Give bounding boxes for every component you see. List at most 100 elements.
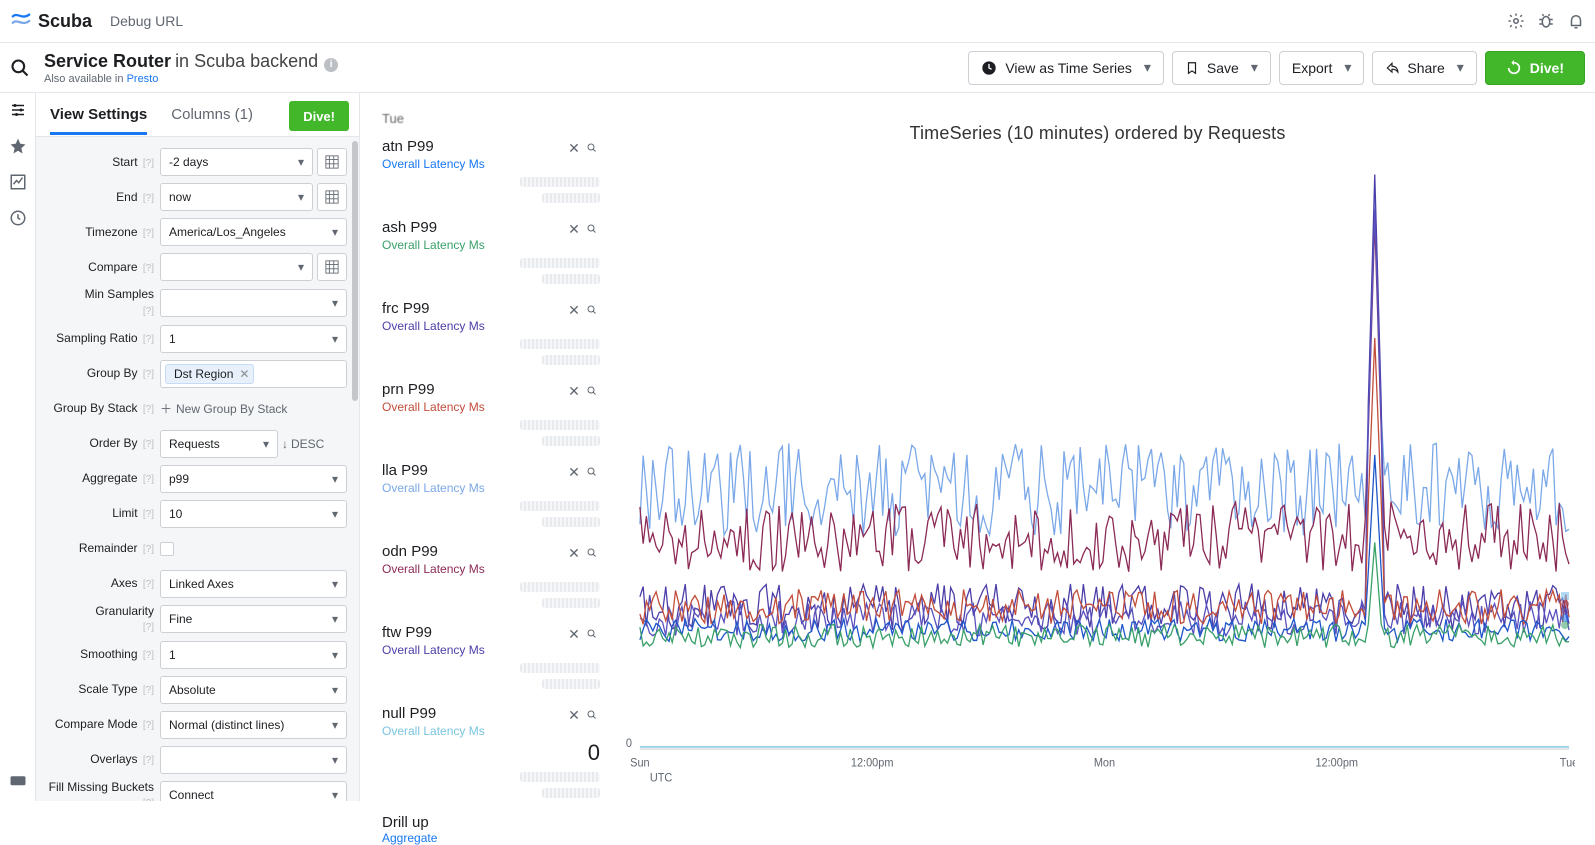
legend-remove-icon[interactable]: ✕ [566, 626, 582, 642]
help-icon[interactable]: [?] [143, 685, 154, 696]
legend-item[interactable]: null P99Overall Latency Ms✕0 [382, 705, 600, 798]
help-icon[interactable]: [?] [143, 544, 154, 555]
sliders-icon[interactable] [9, 101, 27, 119]
comparemode-select[interactable]: Normal (distinct lines)▾ [160, 711, 347, 739]
help-icon[interactable]: [?] [143, 334, 154, 345]
smoothing-select[interactable]: 1▾ [160, 641, 347, 669]
legend-zoom-icon[interactable] [584, 707, 600, 723]
save-dropdown[interactable]: Save ▾ [1172, 51, 1271, 85]
scuba-logo-icon [10, 10, 32, 32]
help-icon[interactable]: [?] [143, 439, 154, 450]
legend-zoom-icon[interactable] [584, 302, 600, 318]
legend-remove-icon[interactable]: ✕ [566, 545, 582, 561]
bug-icon[interactable] [1537, 12, 1555, 30]
compare-calendar-button[interactable] [317, 253, 347, 281]
star-icon[interactable] [9, 137, 27, 155]
groupby-chips[interactable]: Dst Region✕ [160, 360, 347, 388]
legend-sparkline [542, 355, 600, 365]
svg-text:12:00pm: 12:00pm [1315, 757, 1358, 769]
help-icon[interactable]: [?] [143, 158, 154, 169]
legend-zoom-icon[interactable] [584, 383, 600, 399]
help-icon[interactable]: [?] [143, 404, 154, 415]
keyboard-icon[interactable] [9, 771, 27, 789]
orderby-select[interactable]: Requests▾ [160, 430, 278, 458]
chart-area[interactable]: 0Sun12:00pmMon12:00pmTueUTC [620, 152, 1575, 801]
help-icon[interactable]: [?] [143, 650, 154, 661]
new-groupby-stack-button[interactable]: ＋New Group By Stack [160, 400, 287, 417]
gear-icon[interactable] [1507, 12, 1525, 30]
help-icon[interactable]: [?] [143, 579, 154, 590]
legend-remove-icon[interactable]: ✕ [566, 707, 582, 723]
axes-select[interactable]: Linked Axes▾ [160, 570, 347, 598]
drill-up-link[interactable]: Drill up [382, 814, 600, 831]
help-icon[interactable]: [?] [143, 720, 154, 731]
legend-item[interactable]: prn P99Overall Latency Ms✕ [382, 381, 600, 446]
share-dropdown[interactable]: Share ▾ [1372, 51, 1476, 85]
help-icon[interactable]: [?] [143, 193, 154, 204]
dive-button[interactable]: Dive! [1485, 51, 1585, 85]
end-input[interactable]: now▾ [160, 183, 313, 211]
scrollbar-handle[interactable] [352, 141, 358, 401]
chart-line-icon[interactable] [9, 173, 27, 191]
help-icon[interactable]: [?] [143, 369, 154, 380]
sampling-input[interactable]: 1▾ [160, 325, 347, 353]
help-icon[interactable]: [?] [143, 755, 154, 766]
tab-view-settings[interactable]: View Settings [50, 94, 147, 135]
start-calendar-button[interactable] [317, 148, 347, 176]
legend-zoom-icon[interactable] [584, 545, 600, 561]
help-icon[interactable]: [?] [143, 474, 154, 485]
aggregate-select[interactable]: p99▾ [160, 465, 347, 493]
app-logo-area[interactable]: Scuba [10, 10, 92, 32]
search-icon[interactable] [10, 58, 30, 78]
legend-item[interactable]: lla P99Overall Latency Ms✕ [382, 462, 600, 527]
overlays-select[interactable]: ▾ [160, 746, 347, 774]
legend-remove-icon[interactable]: ✕ [566, 383, 582, 399]
timezone-select[interactable]: America/Los_Angeles▾ [160, 218, 347, 246]
limit-label: Limit [112, 506, 137, 520]
presto-link[interactable]: Presto [127, 73, 159, 85]
legend-item[interactable]: atn P99Overall Latency Ms✕ [382, 138, 600, 203]
legend-item[interactable]: frc P99Overall Latency Ms✕ [382, 300, 600, 365]
minsamples-input[interactable]: ▾ [160, 289, 347, 317]
export-dropdown[interactable]: Export ▾ [1279, 51, 1365, 85]
legend-item[interactable]: odn P99Overall Latency Ms✕ [382, 543, 600, 608]
legend-remove-icon[interactable]: ✕ [566, 302, 582, 318]
bell-icon[interactable] [1567, 12, 1585, 30]
remainder-checkbox[interactable] [160, 542, 174, 556]
end-calendar-button[interactable] [317, 183, 347, 211]
legend-zoom-icon[interactable] [584, 221, 600, 237]
orderby-direction[interactable]: ↓DESC [282, 437, 324, 451]
legend-zoom-icon[interactable] [584, 626, 600, 642]
limit-input[interactable]: 10▾ [160, 500, 347, 528]
chip-remove-icon[interactable]: ✕ [239, 367, 249, 381]
legend-item[interactable]: ftw P99Overall Latency Ms✕ [382, 624, 600, 689]
help-icon[interactable]: [?] [143, 228, 154, 239]
help-icon[interactable]: [?] [143, 509, 154, 520]
help-icon[interactable]: [?] [143, 622, 154, 633]
debug-url-link[interactable]: Debug URL [110, 13, 183, 29]
groupby-chip[interactable]: Dst Region✕ [165, 364, 254, 384]
legend-remove-icon[interactable]: ✕ [566, 464, 582, 480]
share-label: Share [1407, 60, 1444, 76]
view-as-dropdown[interactable]: View as Time Series ▾ [968, 51, 1164, 85]
scaletype-select[interactable]: Absolute▾ [160, 676, 347, 704]
legend-remove-icon[interactable]: ✕ [566, 221, 582, 237]
tab-columns[interactable]: Columns (1) [171, 94, 253, 135]
info-icon[interactable]: i [324, 58, 338, 72]
legend-remove-icon[interactable]: ✕ [566, 140, 582, 156]
legend-zoom-icon[interactable] [584, 140, 600, 156]
timeseries-chart[interactable]: 0Sun12:00pmMon12:00pmTueUTC [620, 152, 1575, 801]
compare-input[interactable]: ▾ [160, 253, 313, 281]
legend-metric: Overall Latency Ms [382, 238, 600, 252]
help-icon[interactable]: [?] [143, 263, 154, 274]
legend-item[interactable]: ash P99Overall Latency Ms✕ [382, 219, 600, 284]
fill-select[interactable]: Connect▾ [160, 781, 347, 801]
history-icon[interactable] [9, 209, 27, 227]
panel-dive-button[interactable]: Dive! [289, 101, 349, 131]
help-icon[interactable]: [?] [143, 306, 154, 317]
start-input[interactable]: -2 days▾ [160, 148, 313, 176]
legend-timestamp: Tue [382, 111, 600, 126]
legend-sparkline [542, 598, 600, 608]
legend-zoom-icon[interactable] [584, 464, 600, 480]
granularity-select[interactable]: Fine▾ [160, 605, 347, 633]
